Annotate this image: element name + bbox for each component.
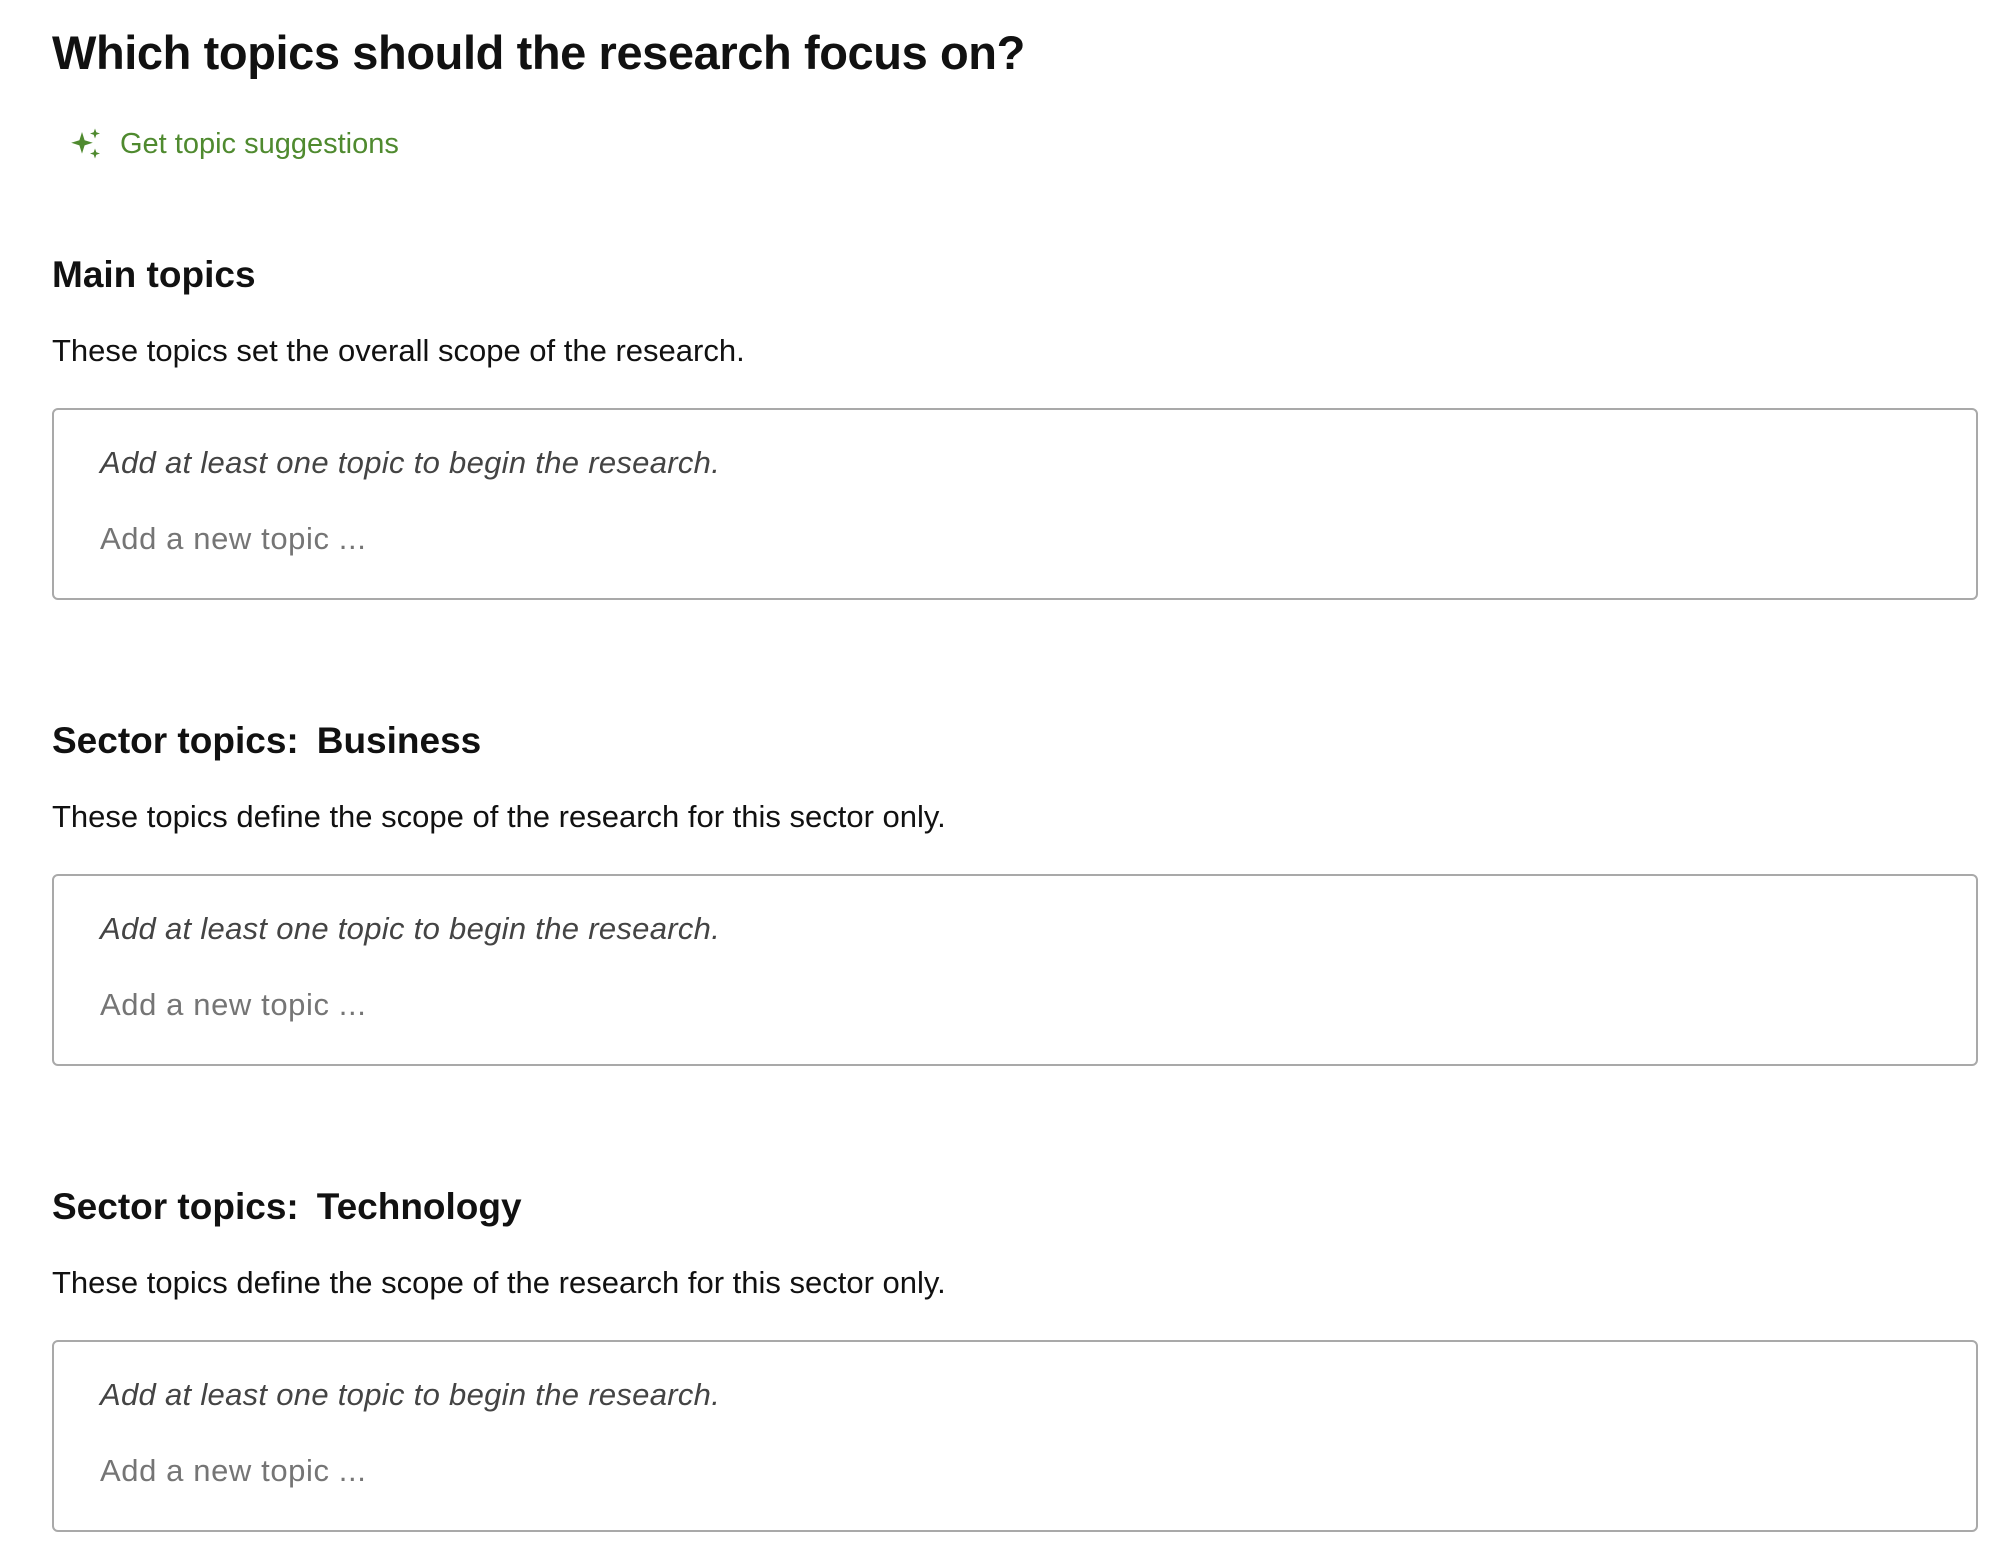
technology-sector-topics-section: Sector topics: Technology These topics de… [52, 1182, 1978, 1532]
business-sector-topics-section: Sector topics: Business These topics defi… [52, 716, 1978, 1066]
get-topic-suggestions-label: Get topic suggestions [120, 127, 399, 160]
topic-list-box: Add at least one topic to begin the rese… [52, 408, 1978, 600]
sparkles-icon [68, 126, 104, 162]
new-topic-input[interactable] [100, 518, 1930, 560]
section-description: These topics define the scope of the res… [52, 1265, 946, 1300]
topics-page: Which topics should the research focus o… [0, 0, 2010, 1552]
new-topic-input[interactable] [100, 984, 1930, 1026]
topic-list-box: Add at least one topic to begin the rese… [52, 1340, 1978, 1532]
new-topic-input[interactable] [100, 1450, 1930, 1492]
section-description: These topics define the scope of the res… [52, 799, 946, 834]
main-topics-section: Main topics These topics set the overall… [52, 250, 1978, 600]
sector-name: Technology [316, 1186, 522, 1227]
section-title-label: Main topics [52, 254, 256, 295]
sector-name: Business [316, 720, 482, 761]
section-title: Sector topics: Technology [52, 1182, 1978, 1232]
section-title: Sector topics: Business [52, 716, 1978, 766]
section-title-label: Sector topics: [52, 1186, 299, 1227]
get-topic-suggestions-button[interactable]: Get topic suggestions [68, 126, 399, 162]
section-title: Main topics [52, 250, 1978, 300]
empty-topics-hint: Add at least one topic to begin the rese… [100, 911, 721, 946]
topic-list-box: Add at least one topic to begin the rese… [52, 874, 1978, 1066]
empty-topics-hint: Add at least one topic to begin the rese… [100, 1377, 721, 1412]
page-title: Which topics should the research focus o… [52, 26, 1025, 79]
section-title-label: Sector topics: [52, 720, 299, 761]
empty-topics-hint: Add at least one topic to begin the rese… [100, 445, 721, 480]
section-description: These topics set the overall scope of th… [52, 333, 745, 368]
